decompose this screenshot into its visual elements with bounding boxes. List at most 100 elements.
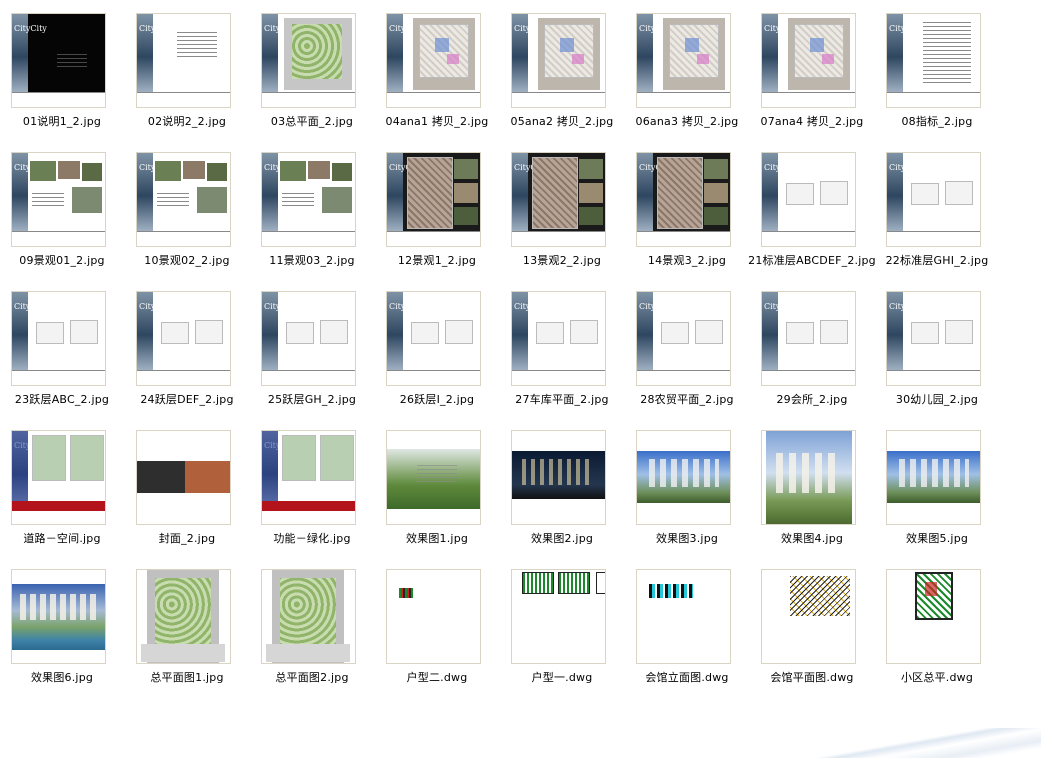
file-thumbnail[interactable]: CityCity: [511, 13, 606, 108]
file-name-label[interactable]: 27车库平面_2.jpg: [494, 391, 630, 407]
file-item[interactable]: CityCity11景观03_2.jpg: [250, 152, 374, 272]
file-thumbnail[interactable]: [886, 430, 981, 525]
file-item[interactable]: 总平面图2.jpg: [250, 569, 374, 689]
file-thumbnail[interactable]: [636, 569, 731, 664]
file-thumbnail[interactable]: CityCity: [261, 430, 356, 525]
file-thumbnail[interactable]: CityCity: [636, 152, 731, 247]
file-name-label[interactable]: 14景观3_2.jpg: [619, 252, 755, 268]
file-item[interactable]: CityCity 30幼儿园_2.jpg: [875, 291, 999, 411]
file-item[interactable]: CityCity 06ana3 拷贝_2.jpg: [625, 13, 749, 133]
file-name-label[interactable]: 22标准层GHI_2.jpg: [869, 252, 1005, 268]
file-item[interactable]: 效果图1.jpg: [375, 430, 499, 550]
file-item[interactable]: CityCity01说明1_2.jpg: [0, 13, 124, 133]
file-item[interactable]: CityCity 25跃层GH_2.jpg: [250, 291, 374, 411]
file-item[interactable]: CityCity 05ana2 拷贝_2.jpg: [500, 13, 624, 133]
file-item[interactable]: CityCity10景观02_2.jpg: [125, 152, 249, 272]
file-thumbnail[interactable]: [11, 569, 106, 664]
file-name-label[interactable]: 29会所_2.jpg: [744, 391, 880, 407]
file-name-label[interactable]: 功能－绿化.jpg: [244, 530, 380, 546]
file-item[interactable]: CityCity 23跃层ABC_2.jpg: [0, 291, 124, 411]
file-item[interactable]: 总平面图1.jpg: [125, 569, 249, 689]
file-name-label[interactable]: 小区总平.dwg: [869, 669, 1005, 685]
file-name-label[interactable]: 21标准层ABCDEF_2.jpg: [744, 252, 880, 268]
file-name-label[interactable]: 30幼儿园_2.jpg: [869, 391, 1005, 407]
file-item[interactable]: 效果图5.jpg: [875, 430, 999, 550]
file-item[interactable]: 会馆立面图.dwg: [625, 569, 749, 689]
file-item[interactable]: 封面_2.jpg: [125, 430, 249, 550]
file-thumbnail[interactable]: CityCity: [11, 152, 106, 247]
file-thumbnail[interactable]: [136, 569, 231, 664]
file-item[interactable]: CityCity 26跃层I_2.jpg: [375, 291, 499, 411]
file-name-label[interactable]: 户型二.dwg: [369, 669, 505, 685]
file-name-label[interactable]: 24跃层DEF_2.jpg: [119, 391, 255, 407]
file-thumbnail[interactable]: CityCity: [136, 152, 231, 247]
file-item[interactable]: 小区总平.dwg: [875, 569, 999, 689]
file-name-label[interactable]: 06ana3 拷贝_2.jpg: [619, 113, 755, 129]
file-thumbnail[interactable]: CityCity: [511, 291, 606, 386]
file-thumbnail[interactable]: CityCity: [636, 13, 731, 108]
file-thumbnail[interactable]: CityCity: [636, 291, 731, 386]
file-item[interactable]: CityCity 08指标_2.jpg: [875, 13, 999, 133]
file-item[interactable]: CityCity 03总平面_2.jpg: [250, 13, 374, 133]
file-thumbnail[interactable]: CityCity: [386, 291, 481, 386]
file-name-label[interactable]: 04ana1 拷贝_2.jpg: [369, 113, 505, 129]
file-item[interactable]: 效果图6.jpg: [0, 569, 124, 689]
file-name-label[interactable]: 08指标_2.jpg: [869, 113, 1005, 129]
file-item[interactable]: CityCity 24跃层DEF_2.jpg: [125, 291, 249, 411]
file-thumbnail[interactable]: [636, 430, 731, 525]
file-thumbnail[interactable]: CityCity: [136, 291, 231, 386]
file-name-label[interactable]: 总平面图2.jpg: [244, 669, 380, 685]
file-thumbnail[interactable]: [886, 569, 981, 664]
file-thumbnail[interactable]: [261, 569, 356, 664]
file-name-label[interactable]: 12景观1_2.jpg: [369, 252, 505, 268]
file-name-label[interactable]: 效果图5.jpg: [869, 530, 1005, 546]
file-thumbnail[interactable]: CityCity: [886, 13, 981, 108]
file-item[interactable]: CityCity 22标准层GHI_2.jpg: [875, 152, 999, 272]
file-thumbnail[interactable]: CityCity: [261, 291, 356, 386]
file-item[interactable]: 效果图3.jpg: [625, 430, 749, 550]
file-name-label[interactable]: 13景观2_2.jpg: [494, 252, 630, 268]
file-thumbnail[interactable]: CityCity: [761, 13, 856, 108]
file-thumbnail[interactable]: CityCity: [761, 152, 856, 247]
file-item[interactable]: CityCity 21标准层ABCDEF_2.jpg: [748, 152, 876, 272]
file-name-label[interactable]: 05ana2 拷贝_2.jpg: [494, 113, 630, 129]
file-name-label[interactable]: 总平面图1.jpg: [119, 669, 255, 685]
file-thumbnail[interactable]: [511, 430, 606, 525]
file-name-label[interactable]: 效果图1.jpg: [369, 530, 505, 546]
file-item[interactable]: CityCity 02说明2_2.jpg: [125, 13, 249, 133]
file-item[interactable]: CityCity 07ana4 拷贝_2.jpg: [750, 13, 874, 133]
file-thumbnail[interactable]: [761, 569, 856, 664]
file-item[interactable]: 效果图2.jpg: [500, 430, 624, 550]
file-name-label[interactable]: 03总平面_2.jpg: [244, 113, 380, 129]
file-thumbnail[interactable]: CityCity: [11, 13, 106, 108]
file-name-label[interactable]: 23跃层ABC_2.jpg: [0, 391, 130, 407]
file-name-label[interactable]: 07ana4 拷贝_2.jpg: [744, 113, 880, 129]
file-name-label[interactable]: 封面_2.jpg: [119, 530, 255, 546]
file-thumbnail[interactable]: CityCity: [261, 152, 356, 247]
file-thumbnail[interactable]: [386, 430, 481, 525]
file-name-label[interactable]: 效果图3.jpg: [619, 530, 755, 546]
file-item[interactable]: 户型二.dwg: [375, 569, 499, 689]
file-name-label[interactable]: 道路－空间.jpg: [0, 530, 130, 546]
file-item[interactable]: CityCity 功能－绿化.jpg: [250, 430, 374, 550]
file-thumbnail[interactable]: CityCity: [886, 291, 981, 386]
file-thumbnail[interactable]: CityCity: [761, 291, 856, 386]
file-item[interactable]: CityCity12景观1_2.jpg: [375, 152, 499, 272]
file-thumbnail[interactable]: [511, 569, 606, 664]
file-thumbnail[interactable]: [761, 430, 856, 525]
file-name-label[interactable]: 效果图2.jpg: [494, 530, 630, 546]
file-name-label[interactable]: 效果图6.jpg: [0, 669, 130, 685]
file-thumbnail[interactable]: CityCity: [511, 152, 606, 247]
file-name-label[interactable]: 会馆立面图.dwg: [619, 669, 755, 685]
file-name-label[interactable]: 02说明2_2.jpg: [119, 113, 255, 129]
file-name-label[interactable]: 会馆平面图.dwg: [744, 669, 880, 685]
file-name-label[interactable]: 户型一.dwg: [494, 669, 630, 685]
file-thumbnail[interactable]: CityCity: [261, 13, 356, 108]
file-item[interactable]: CityCity14景观3_2.jpg: [625, 152, 749, 272]
file-thumbnail[interactable]: CityCity: [386, 13, 481, 108]
file-thumbnail[interactable]: CityCity: [886, 152, 981, 247]
file-thumbnail[interactable]: CityCity: [386, 152, 481, 247]
file-item[interactable]: 会馆平面图.dwg: [750, 569, 874, 689]
file-thumbnail[interactable]: CityCity: [136, 13, 231, 108]
file-item[interactable]: CityCity09景观01_2.jpg: [0, 152, 124, 272]
